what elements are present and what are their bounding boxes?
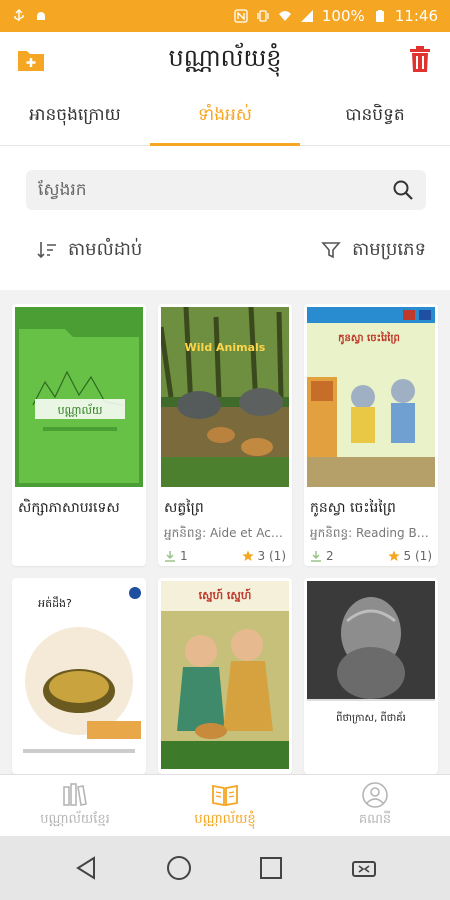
search-box [26,170,426,210]
cover1-text: បណ្ណាល័យ [58,403,103,417]
book-cover: បណ្ណាល័យ [15,307,143,487]
wild-animals-cover-art: Wild Animals [161,307,289,487]
book-title: សត្វព្រៃ [164,500,204,516]
cover5-text: ស្នេហ៍ ស្នេហ៍ [199,588,252,602]
cover3-text: កូនស្វា ចេះរៃព្រៃ [338,331,400,345]
rating-value: 5 (1) [403,549,432,563]
book-cover: ស្នេហ៍ ស្នេហ៍ [161,581,289,769]
tab-all[interactable]: ទាំងអស់ [150,88,300,146]
rating-value: 3 (1) [257,549,286,563]
page-title: បណ្ណាល័យខ្ញុំ [168,43,282,72]
nav-account[interactable]: គណនី [300,775,450,836]
sort-icon [37,242,56,259]
account-icon [362,782,388,808]
nav-khmer-library[interactable]: បណ្ណាល័យខ្មែរ [0,775,150,836]
trash-icon[interactable] [408,44,432,74]
android-icon [37,12,45,20]
filter-label: តាមប្រភេទ [352,238,426,260]
book-meta: 1 3 (1) [158,543,292,566]
book-card[interactable]: Wild Animals សត្វព្រៃ អ្នកនិពន្ធ: Aide e… [158,304,292,566]
tab-bar: អានចុងក្រោយ ទាំងអស់ បានបិទ្វត [0,88,450,146]
book-cover: កូនស្វា ចេះរៃព្រៃ [307,307,435,487]
rating: 3 (1) [241,549,286,563]
wifi-icon [278,11,291,21]
download-value: 1 [180,549,188,563]
download-value: 2 [326,549,334,563]
status-bar: 100% 11:46 [0,0,450,32]
bottom-nav: បណ្ណាល័យខ្មែរ បណ្ណាល័យខ្ញុំ គណនី [0,774,450,836]
battery-text: 100% [321,7,365,25]
nfc-icon [234,9,248,23]
portrait-cover-art: ពីថាក្រាស, ពីថាគ័រ [307,581,435,769]
usb-icon [14,9,24,21]
book-card[interactable]: បណ្ណាល័យ សិក្សាភាសាបរទេស [12,304,146,566]
recents-icon[interactable] [257,854,285,882]
filter-icon [321,242,341,259]
nav-label: គណនី [358,812,392,827]
search-icon[interactable] [392,179,414,201]
open-book-icon [212,784,238,807]
book-title: កូនស្វា ចេះរៃព្រៃ [310,500,396,516]
battery-icon [375,10,384,22]
tab-recent[interactable]: អានចុងក្រោយ [0,88,150,145]
system-nav-bar [0,836,450,900]
download-icon [311,551,321,562]
cover4-text: អត់ដឹង? [38,596,72,610]
cover2-text: Wild Animals [185,341,266,354]
cover6-text: ពីថាក្រាស, ពីថាគ័រ [336,711,406,724]
download-count: 1 [164,549,188,563]
switch-app-icon[interactable] [350,854,378,882]
sort-button[interactable]: តាមលំដាប់ [36,237,142,264]
turtle-cover-art: អត់ដឹង? [15,581,143,769]
add-folder-icon[interactable] [16,46,46,74]
filter-button[interactable]: តាមប្រភេទ [320,237,426,264]
book-card[interactable]: កូនស្វា ចេះរៃព្រៃ កូនស្វា ចេះរៃព្រៃ អ្នក… [304,304,438,566]
books-shelf-icon [63,783,87,806]
nav-label: បណ្ណាល័យខ្មែរ [40,812,110,827]
star-icon [241,550,254,561]
download-count: 2 [310,549,334,563]
sort-filter-row: តាមលំដាប់ តាមប្រភេទ [36,232,426,268]
book-meta: 2 5 (1) [304,543,438,566]
tale-cover-art: ស្នេហ៍ ស្នេហ៍ [161,581,289,769]
book-author: អ្នកនិពន្ធ: Reading Bo... [310,526,436,540]
clock-text: 11:46 [394,7,438,25]
star-icon [387,550,400,561]
nav-label: បណ្ណាល័យខ្ញុំ [194,812,256,827]
app-bar: បណ្ណាល័យខ្ញុំ [0,32,450,88]
vibrate-icon [257,10,269,22]
book-card[interactable]: អត់ដឹង? [12,578,146,774]
book-cover: អត់ដឹង? [15,581,143,769]
tab-closed[interactable]: បានបិទ្វត [300,88,450,145]
signal-icon [300,10,313,22]
home-icon[interactable] [165,854,193,882]
folder-cover-art: បណ្ណាល័យ [15,307,143,487]
nav-my-library[interactable]: បណ្ណាល័យខ្ញុំ [150,775,300,836]
book-title: សិក្សាភាសាបរទេស [18,500,120,516]
book-cover: ពីថាក្រាស, ពីថាគ័រ [307,581,435,769]
search-input[interactable] [38,180,392,200]
back-icon[interactable] [72,854,100,882]
book-card[interactable]: ពីថាក្រាស, ពីថាគ័រ [304,578,438,774]
rating: 5 (1) [387,549,432,563]
monkey-cover-art: កូនស្វា ចេះរៃព្រៃ [307,307,435,487]
book-card[interactable]: ស្នេហ៍ ស្នេហ៍ [158,578,292,774]
sort-label: តាមលំដាប់ [68,238,143,260]
book-cover: Wild Animals [161,307,289,487]
download-icon [165,551,175,562]
book-author: អ្នកនិពន្ធ: Aide et Acti... [164,526,291,540]
